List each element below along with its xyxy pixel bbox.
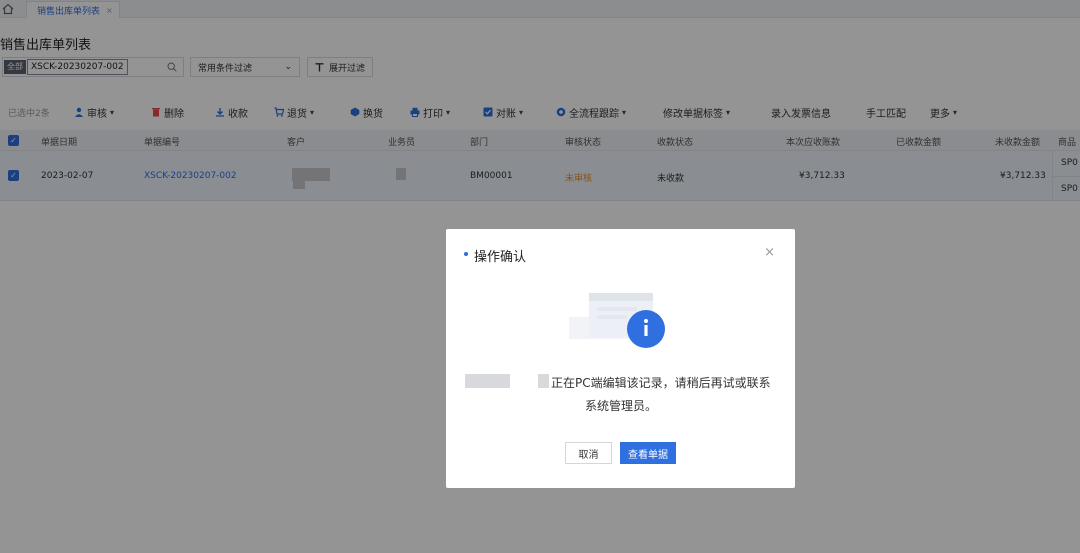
dialog-message: 正在PC端编辑该记录，请稍后再试或联系 — [551, 376, 771, 390]
view-document-button[interactable]: 查看单据 — [620, 442, 676, 464]
redacted-user — [538, 374, 549, 388]
title-dot — [464, 252, 468, 256]
operation-confirm-dialog: 操作确认 × 正在PC端编辑该记录，请稍后再试或联系 系统管理员。 取消 查看单… — [446, 229, 795, 488]
redacted-user — [465, 374, 510, 388]
dialog-message-continued: 系统管理员。 — [585, 399, 658, 413]
close-icon[interactable]: × — [764, 245, 775, 260]
dialog-title: 操作确认 — [474, 250, 527, 265]
cancel-button[interactable]: 取消 — [565, 442, 612, 464]
info-illustration-icon — [569, 293, 665, 348]
